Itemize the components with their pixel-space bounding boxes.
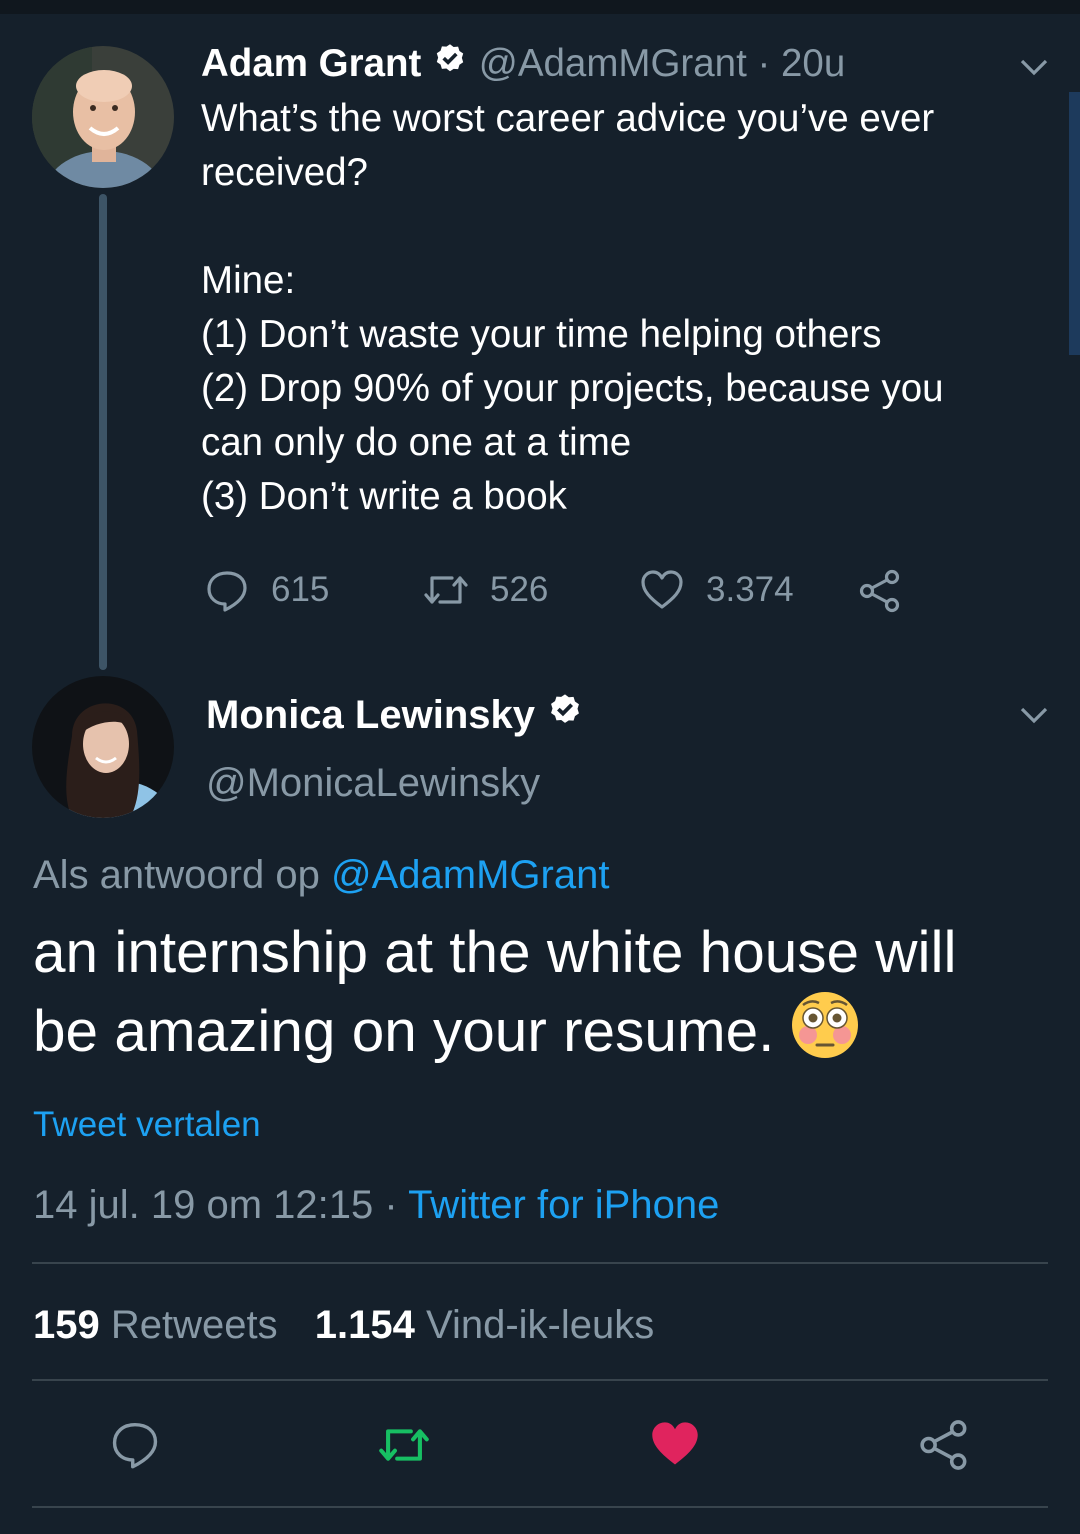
main-author-handle[interactable]: @MonicaLewinsky	[206, 758, 540, 808]
scrollbar[interactable]	[1069, 92, 1080, 355]
tweet-meta: 14 jul. 19 om 12:15 · Twitter for iPhone	[33, 1183, 720, 1227]
tweet-source-link[interactable]: Twitter for iPhone	[408, 1183, 719, 1227]
thread-connector	[99, 194, 107, 670]
verified-badge-icon	[546, 692, 584, 742]
retweet-icon	[422, 568, 470, 612]
divider	[32, 1262, 1048, 1264]
avatar-monica-lewinsky[interactable]	[32, 676, 174, 818]
chevron-down-icon[interactable]	[1016, 700, 1052, 735]
chevron-down-icon[interactable]	[1016, 52, 1052, 87]
engagement-stats: 159 Retweets 1.154 Vind-ik-leuks	[33, 1300, 654, 1350]
parent-author-name[interactable]: Adam Grant	[201, 42, 421, 85]
main-tweet-author[interactable]: Monica Lewinsky	[206, 690, 584, 740]
reply-icon[interactable]	[110, 1419, 160, 1469]
parent-author-handle[interactable]: @AdamMGrant	[479, 42, 747, 85]
share-icon[interactable]	[918, 1419, 970, 1471]
reply-to-link[interactable]: @AdamMGrant	[331, 853, 609, 897]
parent-tweet-header: Adam Grant @AdamMGrant · 20u	[201, 40, 845, 88]
parent-like-action[interactable]: 3.374	[640, 568, 794, 612]
heart-icon[interactable]	[649, 1419, 701, 1469]
parent-reply-action[interactable]: 615	[205, 568, 329, 612]
reply-icon	[205, 568, 249, 612]
parent-retweet-count: 526	[490, 570, 549, 609]
main-author-name: Monica Lewinsky	[206, 693, 535, 737]
likes-stat[interactable]: 1.154 Vind-ik-leuks	[315, 1303, 654, 1347]
heart-icon	[640, 568, 684, 612]
parent-tweet-text: What’s the worst career advice you’ve ev…	[201, 97, 944, 518]
avatar-adam-grant[interactable]	[32, 46, 174, 188]
parent-retweet-action[interactable]: 526	[422, 568, 548, 612]
parent-like-count: 3.374	[706, 570, 794, 609]
divider	[32, 1506, 1048, 1508]
main-tweet-text: an internship at the white house will be…	[33, 914, 1063, 1078]
translate-tweet-link[interactable]: Tweet vertalen	[33, 1102, 261, 1148]
verified-badge-icon	[432, 42, 468, 90]
reply-context: Als antwoord op @AdamMGrant	[33, 853, 610, 897]
flushed-face-emoji	[791, 991, 859, 1078]
status-strip	[0, 0, 1080, 14]
parent-reply-count: 615	[271, 570, 330, 609]
share-icon[interactable]	[858, 569, 902, 613]
divider	[32, 1379, 1048, 1381]
tweet-timestamp[interactable]: 14 jul. 19 om 12:15	[33, 1183, 373, 1227]
parent-tweet-time[interactable]: 20u	[781, 42, 845, 85]
retweets-stat[interactable]: 159 Retweets	[33, 1303, 278, 1347]
retweet-icon[interactable]	[374, 1420, 434, 1470]
